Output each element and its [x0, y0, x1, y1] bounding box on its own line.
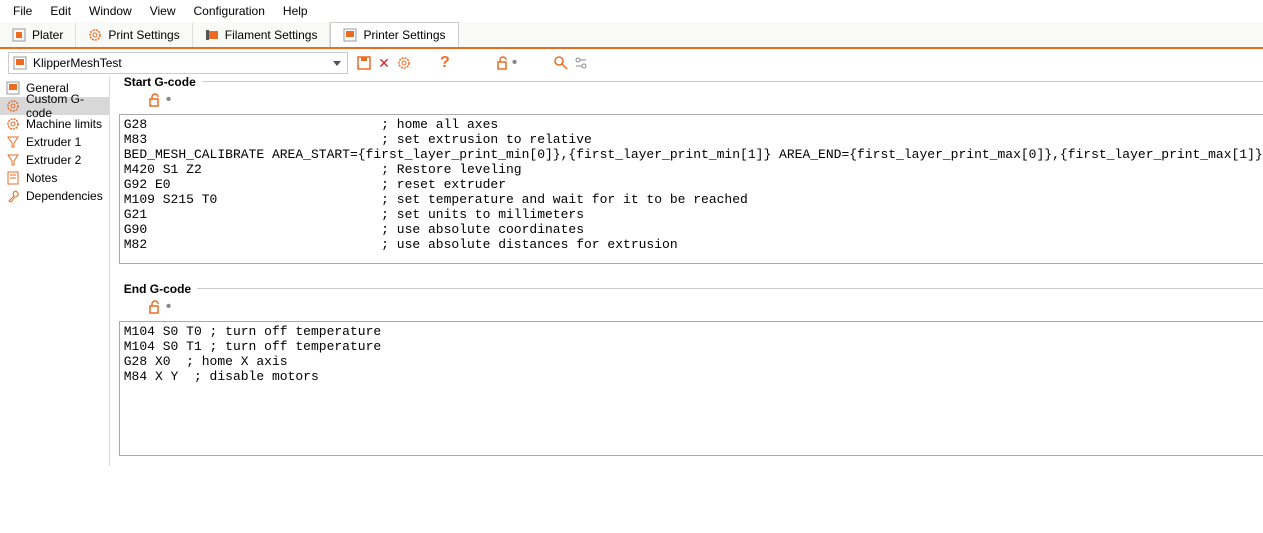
help-icon[interactable]: ?: [440, 54, 450, 72]
menu-view[interactable]: View: [142, 2, 184, 20]
menubar: File Edit Window View Configuration Help: [0, 0, 1263, 22]
section-title: End G-code: [118, 282, 197, 296]
preset-dropdown[interactable]: KlipperMeshTest: [8, 52, 348, 74]
printer-icon: [343, 28, 357, 42]
tab-filament-label: Filament Settings: [225, 28, 318, 42]
menu-help[interactable]: Help: [275, 2, 316, 20]
start-gcode-section: Start G-code • G28 ; home all axes M83 ;…: [118, 81, 1263, 274]
end-gcode-textarea[interactable]: M104 S0 T0 ; turn off temperature M104 S…: [119, 321, 1263, 456]
sidebar-item-notes[interactable]: Notes: [0, 169, 109, 187]
sliders-icon[interactable]: [573, 55, 589, 71]
toolbar: KlipperMeshTest ✕ ? •: [0, 49, 1263, 77]
sidebar-item-extruder-2[interactable]: Extruder 2: [0, 151, 109, 169]
lock-icon[interactable]: [148, 93, 160, 107]
start-gcode-textarea[interactable]: G28 ; home all axes M83 ; set extrusion …: [119, 114, 1263, 264]
sidebar-item-custom-gcode[interactable]: Custom G-code: [0, 97, 109, 115]
preset-name: KlipperMeshTest: [33, 56, 122, 70]
tab-printer-settings[interactable]: Printer Settings: [330, 22, 458, 47]
delete-icon[interactable]: ✕: [376, 55, 392, 71]
main-panel: Start G-code • G28 ; home all axes M83 ;…: [110, 77, 1263, 466]
tab-plater[interactable]: Plater: [0, 22, 76, 47]
printer-icon: [6, 81, 20, 95]
note-icon: [6, 171, 20, 185]
search-icon[interactable]: [553, 55, 569, 71]
sidebar-item-label: Machine limits: [26, 117, 102, 131]
tab-print-label: Print Settings: [108, 28, 179, 42]
menu-edit[interactable]: Edit: [42, 2, 79, 20]
content-area: General Custom G-code Machine limits Ext…: [0, 77, 1263, 466]
menu-file[interactable]: File: [5, 2, 40, 20]
sidebar-item-label: Notes: [26, 171, 57, 185]
tab-printer-label: Printer Settings: [363, 28, 445, 42]
menu-window[interactable]: Window: [81, 2, 140, 20]
sidebar-item-label: Extruder 1: [26, 135, 81, 149]
sidebar-item-dependencies[interactable]: Dependencies: [0, 187, 109, 205]
cog-icon: [6, 99, 20, 113]
sidebar-item-label: Custom G-code: [26, 92, 103, 120]
tab-print-settings[interactable]: Print Settings: [76, 22, 192, 47]
bullet-icon: •: [166, 92, 172, 108]
cog-icon: [88, 28, 102, 42]
plater-icon: [12, 28, 26, 42]
end-gcode-section: End G-code • M104 S0 T0 ; turn off tempe…: [118, 288, 1263, 466]
spool-icon: [205, 28, 219, 42]
preset-icon: [13, 56, 27, 70]
settings-sidebar: General Custom G-code Machine limits Ext…: [0, 77, 110, 466]
funnel-icon: [6, 135, 20, 149]
sidebar-item-label: Dependencies: [26, 189, 103, 203]
tab-filament-settings[interactable]: Filament Settings: [193, 22, 331, 47]
bullet-icon: •: [166, 299, 172, 315]
cog-icon: [6, 117, 20, 131]
sidebar-item-machine-limits[interactable]: Machine limits: [0, 115, 109, 133]
menu-configuration[interactable]: Configuration: [186, 2, 273, 20]
bullet-icon: •: [512, 55, 518, 71]
lock-icon[interactable]: [496, 56, 508, 70]
sidebar-item-label: Extruder 2: [26, 153, 81, 167]
gear-icon[interactable]: [396, 55, 412, 71]
save-icon[interactable]: [356, 55, 372, 71]
funnel-icon: [6, 153, 20, 167]
section-title: Start G-code: [118, 75, 202, 89]
lock-icon[interactable]: [148, 300, 160, 314]
sidebar-item-extruder-1[interactable]: Extruder 1: [0, 133, 109, 151]
tab-plater-label: Plater: [32, 28, 63, 42]
wrench-icon: [6, 189, 20, 203]
tab-bar: Plater Print Settings Filament Settings …: [0, 22, 1263, 49]
